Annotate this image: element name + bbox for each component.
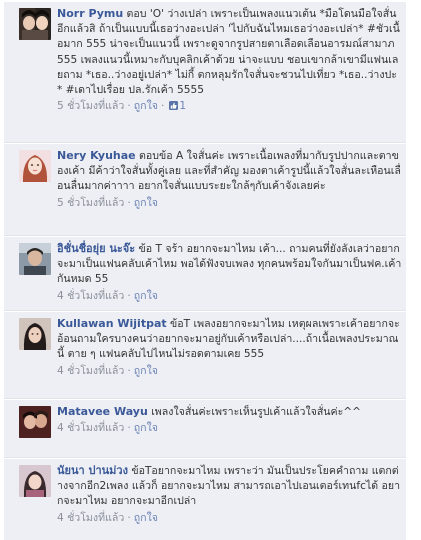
like-button[interactable]: ถูกใจ <box>134 422 158 434</box>
like-button[interactable]: ถูกใจ <box>134 290 158 302</box>
comment-meta: 4 ชั่วโมงที่แล้ว · ถูกใจ <box>57 364 402 379</box>
comment-timestamp[interactable]: 5 ชั่วโมงที่แล้ว <box>57 100 124 112</box>
avatar[interactable] <box>19 8 51 40</box>
comment-timestamp[interactable]: 4 ชั่วโมงที่แล้ว <box>57 422 124 434</box>
comment-item: Kullawan Wijitpat ข้อT เพลงอยากจะมาไหม เ… <box>4 312 406 399</box>
avatar-image <box>19 318 51 350</box>
separator: · <box>127 364 131 377</box>
avatar-image <box>19 8 51 40</box>
comment-author-link[interactable]: Norr Pymu <box>57 7 123 20</box>
separator: · <box>127 289 131 302</box>
avatar[interactable] <box>19 318 51 350</box>
comment-meta: 4 ชั่วโมงที่แล้ว · ถูกใจ <box>57 511 402 526</box>
comment-timestamp[interactable]: 4 ชั่วโมงที่แล้ว <box>57 290 124 302</box>
comment-author-link[interactable]: Nery Kyuhae <box>57 149 136 162</box>
separator: · <box>127 422 131 435</box>
avatar-image <box>19 465 51 497</box>
comment-meta: 4 ชั่วโมงที่แล้ว · ถูกใจ <box>57 289 402 304</box>
comment-item: อิชั่นชื่อยุ่ย นะจ๊ะ ข้อ T จร้า อยากจะมา… <box>4 237 406 311</box>
comment-item: Nery Kyuhae ตอบข้อ A ใจสั่นค่ะ เพราะเนื้… <box>4 144 406 236</box>
separator: · <box>127 196 131 209</box>
comment-author-link[interactable]: Kullawan Wijitpat <box>57 317 167 330</box>
thumbs-up-icon <box>169 101 179 111</box>
comment-text: เพลงใจสั่นค่ะเพราะเห็นรูปเค้าแล้วใจสั่นค… <box>151 406 362 418</box>
comment-meta: 5 ชั่วโมงที่แล้ว · ถูกใจ <box>57 196 402 211</box>
separator: · <box>160 100 165 113</box>
separator: · <box>127 100 131 113</box>
comment-text: ตอบ 'O' ว่างเปล่า เพราะเป็นเพลงแนวเต้น *… <box>57 8 400 97</box>
avatar-image <box>19 243 51 275</box>
comment-list: Norr Pymu ตอบ 'O' ว่างเปล่า เพราะเป็นเพล… <box>4 0 421 540</box>
like-button[interactable]: ถูกใจ <box>134 100 158 112</box>
comment-timestamp[interactable]: 4 ชั่วโมงที่แล้ว <box>57 365 124 377</box>
like-button[interactable]: ถูกใจ <box>134 365 158 377</box>
comment-author-link[interactable]: อิชั่นชื่อยุ่ย นะจ๊ะ <box>57 242 135 255</box>
avatar[interactable] <box>19 243 51 275</box>
avatar[interactable] <box>19 406 51 438</box>
comment-timestamp[interactable]: 5 ชั่วโมงที่แล้ว <box>57 197 124 209</box>
comment-meta: 4 ชั่วโมงที่แล้ว · ถูกใจ <box>57 421 402 436</box>
comment-item: Norr Pymu ตอบ 'O' ว่างเปล่า เพราะเป็นเพล… <box>4 2 406 143</box>
avatar[interactable] <box>19 150 51 182</box>
comment-meta: 5 ชั่วโมงที่แล้ว · ถูกใจ · 1 <box>57 99 402 114</box>
separator: · <box>127 511 131 524</box>
avatar-image <box>19 406 51 438</box>
like-button[interactable]: ถูกใจ <box>134 197 158 209</box>
avatar-image <box>19 150 51 182</box>
comment-item: นัยนา ปานม่วง ข้อTอยากจะมาไหม เพราะว่า ม… <box>4 459 406 540</box>
avatar[interactable] <box>19 465 51 497</box>
like-count[interactable]: 1 <box>179 100 186 112</box>
comment-author-link[interactable]: นัยนา ปานม่วง <box>57 464 128 477</box>
comment-timestamp[interactable]: 4 ชั่วโมงที่แล้ว <box>57 512 124 524</box>
like-button[interactable]: ถูกใจ <box>134 512 158 524</box>
comment-item: Matavee Wayu เพลงใจสั่นค่ะเพราะเห็นรูปเค… <box>4 400 406 458</box>
comment-author-link[interactable]: Matavee Wayu <box>57 405 148 418</box>
